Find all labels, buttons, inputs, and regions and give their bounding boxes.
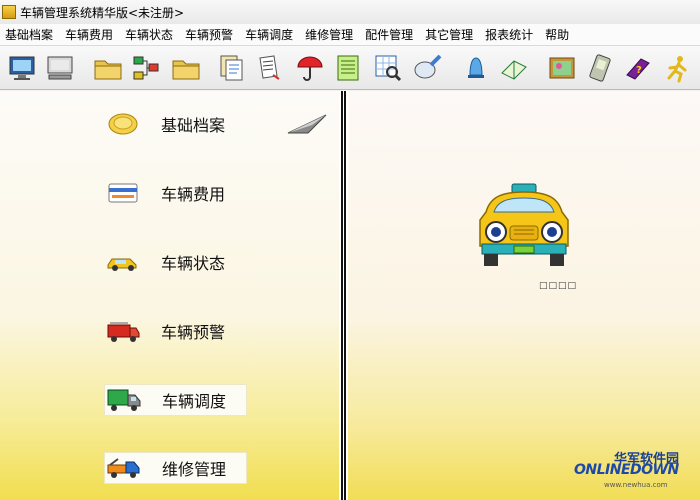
nav-basic-files[interactable]: 基础档案 xyxy=(104,108,225,140)
magnifier-grid-icon[interactable] xyxy=(370,50,406,86)
coin-icon xyxy=(104,110,142,138)
title-bar: 车辆管理系统精华版<未注册> xyxy=(0,0,700,24)
nav-vehicle-alerts[interactable]: 车辆预警 xyxy=(104,315,225,347)
handheld-icon[interactable] xyxy=(582,50,618,86)
exit-icon[interactable] xyxy=(660,50,696,86)
menu-bar: 基础档案 车辆费用 车辆状态 车辆预警 车辆调度 维修管理 配件管理 其它管理 … xyxy=(0,24,700,46)
documents-icon[interactable] xyxy=(252,50,288,86)
book-icon[interactable] xyxy=(496,50,532,86)
umbrella-icon[interactable] xyxy=(292,50,328,86)
menu-vehicle-status[interactable]: 车辆状态 xyxy=(120,26,180,43)
picture-icon[interactable] xyxy=(544,50,580,86)
watermark-logo: 华军软件园 ONLINEDOWN www.newhua.com xyxy=(574,448,694,494)
car-icon xyxy=(104,248,142,276)
menu-vehicle-dispatch[interactable]: 车辆调度 xyxy=(240,26,300,43)
nav-vehicle-status[interactable]: 车辆状态 xyxy=(104,246,225,278)
nav-label: 车辆调度 xyxy=(162,392,227,411)
menu-vehicle-costs[interactable]: 车辆费用 xyxy=(60,26,120,43)
nav-panel xyxy=(0,91,339,500)
tow-truck-icon xyxy=(105,454,143,482)
content-panel xyxy=(348,91,700,500)
nav-label: 车辆状态 xyxy=(161,254,226,273)
window-title: 车辆管理系统精华版<未注册> xyxy=(20,5,185,20)
app-icon xyxy=(2,5,16,19)
svg-text:?: ? xyxy=(636,65,642,76)
help-book-icon[interactable]: ? xyxy=(620,50,656,86)
menu-basic-files[interactable]: 基础档案 xyxy=(0,26,60,43)
panel-splitter[interactable] xyxy=(339,91,348,500)
taxi-illustration xyxy=(476,182,572,273)
watermark-url: www.newhua.com xyxy=(604,481,668,489)
nav-label: 基础档案 xyxy=(161,116,226,135)
card-icon xyxy=(104,179,142,207)
screen-icon[interactable] xyxy=(42,50,78,86)
folder-icon[interactable] xyxy=(168,50,204,86)
nav-maintenance[interactable]: 维修管理 xyxy=(104,452,248,484)
menu-vehicle-alerts[interactable]: 车辆预警 xyxy=(180,26,240,43)
notebook-icon[interactable] xyxy=(330,50,366,86)
green-truck-icon xyxy=(105,386,143,414)
watermark-en: ONLINEDOWN xyxy=(574,462,679,478)
toolbar: ? xyxy=(0,46,700,90)
nav-label: 维修管理 xyxy=(162,460,227,479)
taxi-caption: □□□□ xyxy=(539,281,578,291)
menu-other[interactable]: 其它管理 xyxy=(420,26,480,43)
menu-help[interactable]: 帮助 xyxy=(540,26,576,43)
menu-reports[interactable]: 报表统计 xyxy=(480,26,540,43)
nav-vehicle-costs[interactable]: 车辆费用 xyxy=(104,177,225,209)
folder-icon[interactable] xyxy=(90,50,126,86)
network-icon[interactable] xyxy=(128,50,164,86)
bell-icon[interactable] xyxy=(458,50,494,86)
menu-maintenance[interactable]: 维修管理 xyxy=(300,26,360,43)
fire-truck-icon xyxy=(104,317,142,345)
menu-parts[interactable]: 配件管理 xyxy=(360,26,420,43)
nav-label: 车辆费用 xyxy=(161,185,226,204)
collapse-arrow-icon[interactable] xyxy=(286,111,328,140)
nav-label: 车辆预警 xyxy=(161,323,226,342)
nav-vehicle-dispatch[interactable]: 车辆调度 xyxy=(104,384,248,416)
search-icon[interactable] xyxy=(410,50,446,86)
files-icon[interactable] xyxy=(214,50,250,86)
monitor-icon[interactable] xyxy=(4,50,40,86)
